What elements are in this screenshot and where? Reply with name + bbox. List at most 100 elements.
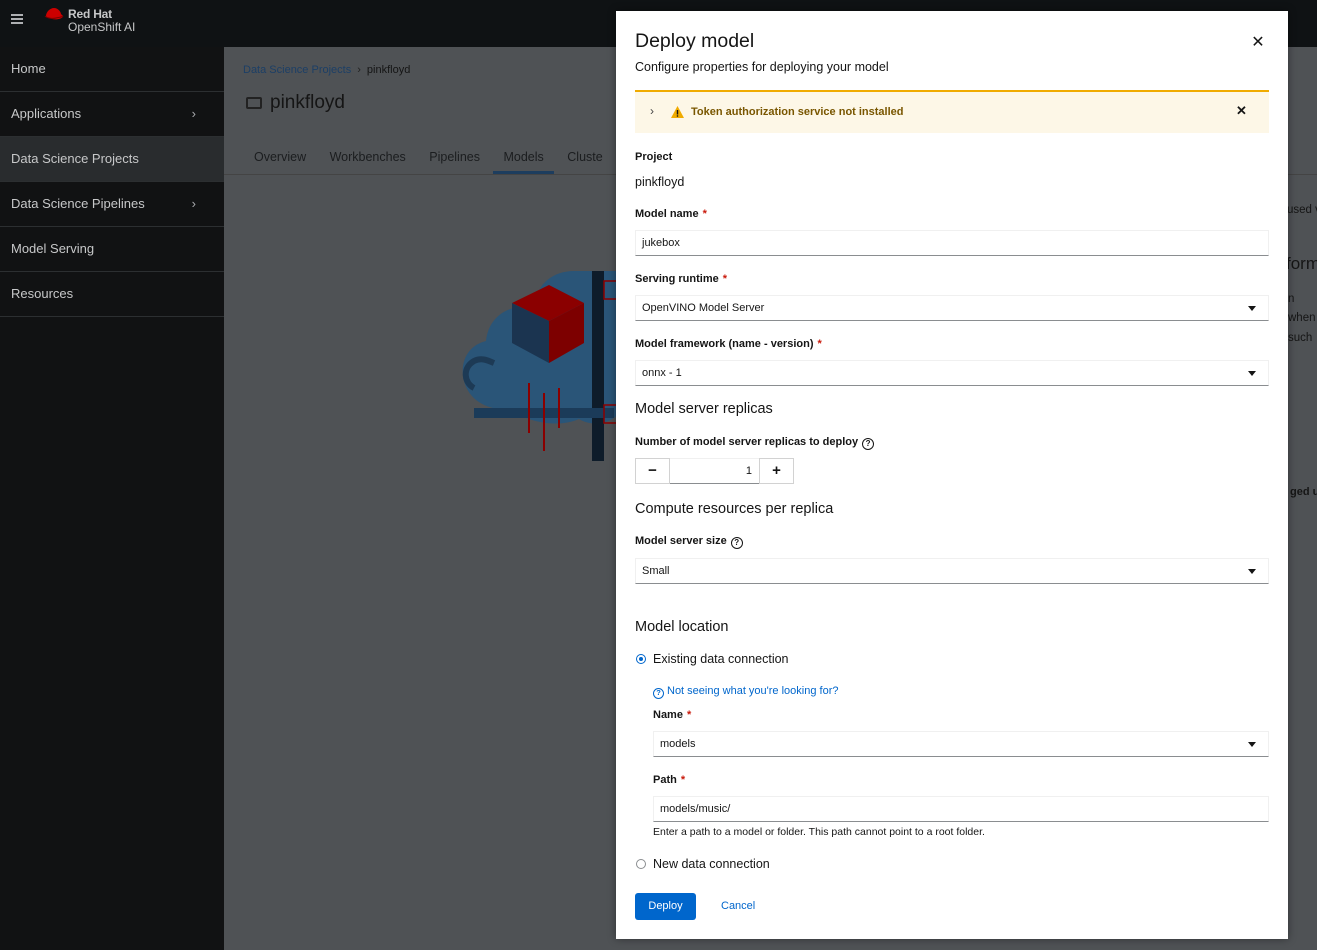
caret-down-icon — [1248, 742, 1256, 747]
model-server-size-value: Small — [642, 565, 670, 577]
empty-state-illustration — [462, 271, 624, 461]
page-title-text: pinkfloyd — [270, 92, 345, 113]
path-input[interactable]: models/music/ — [653, 796, 1269, 822]
model-framework-select[interactable]: onnx - 1 — [635, 360, 1269, 386]
existing-connection-label[interactable]: Existing data connection — [653, 652, 789, 666]
help-link[interactable]: ? Not seeing what you're looking for? — [653, 685, 838, 699]
tab-workbenches[interactable]: Workbenches — [320, 150, 416, 174]
model-server-size-label: Model server size? — [635, 535, 743, 549]
help-icon: ? — [653, 688, 664, 699]
modal-title: Deploy model — [635, 30, 755, 52]
chevron-right-icon[interactable]: › — [650, 104, 654, 118]
model-server-size-label-text: Model server size — [635, 535, 727, 547]
close-icon[interactable]: ✕ — [1250, 32, 1266, 52]
replicas-label: Number of model server replicas to deplo… — [635, 436, 875, 450]
model-server-size-select[interactable]: Small — [635, 558, 1269, 584]
close-icon[interactable]: ✕ — [1236, 103, 1247, 119]
alert-title: Token authorization service not installe… — [691, 106, 904, 118]
path-label: Path * — [653, 774, 685, 786]
background-heading-fragment: form — [1286, 254, 1317, 273]
project-tabs: Overview Workbenches Pipelines Models Cl… — [244, 150, 613, 174]
sidebar-item-label: Applications — [11, 106, 82, 121]
model-name-label: Model name * — [635, 208, 707, 220]
model-framework-label-text: Model framework (name - version) — [635, 338, 814, 350]
project-label: Project — [635, 151, 673, 163]
decrement-button[interactable]: − — [635, 458, 670, 484]
model-name-label-text: Model name — [635, 208, 699, 220]
page-title: pinkfloyd — [246, 92, 345, 114]
help-icon[interactable]: ? — [862, 438, 875, 450]
caret-down-icon — [1248, 371, 1256, 376]
sidebar-item-label: Model Serving — [11, 241, 95, 256]
sidebar-item-label: Resources — [11, 286, 74, 301]
sidebar-item-label: Home — [11, 61, 46, 76]
tab-pipelines[interactable]: Pipelines — [419, 150, 490, 174]
new-connection-radio[interactable] — [636, 859, 646, 869]
connection-name-label: Name * — [653, 709, 691, 721]
compute-heading: Compute resources per replica — [635, 501, 834, 517]
help-icon[interactable]: ? — [730, 537, 743, 549]
path-helper-text: Enter a path to a model or folder. This … — [653, 826, 985, 838]
background-text-fragment: when — [1288, 312, 1316, 324]
model-framework-label: Model framework (name - version) * — [635, 338, 822, 350]
background-text-fragment: n — [1288, 293, 1295, 305]
required-indicator: * — [680, 774, 686, 786]
modal-subtitle: Configure properties for deploying your … — [635, 60, 889, 74]
connection-name-select[interactable]: models — [653, 731, 1269, 757]
increment-button[interactable]: + — [759, 458, 794, 484]
serving-runtime-select[interactable]: OpenVINO Model Server — [635, 295, 1269, 321]
sidebar-item-data-science-pipelines[interactable]: Data Science Pipelines › — [0, 182, 224, 227]
cancel-button[interactable]: Cancel — [721, 893, 755, 920]
breadcrumb-current: pinkfloyd — [366, 64, 411, 76]
sidebar-item-label: Data Science Pipelines — [11, 196, 145, 211]
replicas-label-text: Number of model server replicas to deplo… — [635, 436, 859, 448]
model-location-heading: Model location — [635, 619, 729, 635]
sidebar-item-resources[interactable]: Resources — [0, 272, 224, 317]
model-framework-value: onnx - 1 — [642, 367, 682, 379]
deploy-model-modal: Deploy model Configure properties for de… — [616, 11, 1288, 939]
sidebar-item-label: Data Science Projects — [11, 151, 139, 166]
tab-models[interactable]: Models — [493, 150, 554, 174]
serving-runtime-value: OpenVINO Model Server — [642, 302, 765, 314]
required-indicator: * — [722, 273, 728, 285]
tab-cluster[interactable]: Cluste — [557, 150, 612, 174]
red-hat-icon — [44, 8, 64, 20]
sidebar-item-model-serving[interactable]: Model Serving — [0, 227, 224, 272]
sidebar-item-applications[interactable]: Applications › — [0, 92, 224, 137]
replicas-input[interactable]: 1 — [670, 458, 759, 484]
new-connection-label[interactable]: New data connection — [653, 857, 770, 871]
caret-down-icon — [1248, 306, 1256, 311]
connection-name-label-text: Name — [653, 709, 683, 721]
project-value: pinkfloyd — [635, 175, 685, 189]
warning-icon — [671, 106, 684, 118]
tab-overview[interactable]: Overview — [244, 150, 316, 174]
serving-runtime-label-text: Serving runtime — [635, 273, 719, 285]
breadcrumb-separator-icon: › — [357, 64, 361, 76]
chevron-right-icon: › — [191, 196, 196, 211]
required-indicator: * — [817, 338, 822, 350]
background-text-fragment: such — [1288, 332, 1313, 344]
existing-connection-radio[interactable] — [636, 654, 646, 664]
project-folder-icon — [246, 97, 262, 109]
warning-alert: › Token authorization service not instal… — [635, 90, 1269, 133]
help-link-text: Not seeing what you're looking for? — [667, 685, 839, 697]
sidebar-item-data-science-projects[interactable]: Data Science Projects — [0, 137, 224, 182]
sidebar-item-home[interactable]: Home — [0, 47, 224, 92]
breadcrumb-link[interactable]: Data Science Projects — [243, 64, 351, 76]
required-indicator: * — [702, 208, 707, 220]
sidebar: Home Applications › Data Science Project… — [0, 47, 224, 950]
required-indicator: * — [686, 709, 692, 721]
deploy-button[interactable]: Deploy — [635, 893, 696, 920]
breadcrumb: Data Science Projects › pinkfloyd — [243, 64, 410, 76]
replicas-heading: Model server replicas — [635, 401, 773, 417]
model-name-input[interactable]: jukebox — [635, 230, 1269, 256]
caret-down-icon — [1248, 569, 1256, 574]
brand-line1: Red Hat — [68, 7, 112, 21]
background-text-fragment: ged ur — [1290, 486, 1317, 498]
path-label-text: Path — [653, 774, 677, 786]
chevron-right-icon: › — [191, 106, 196, 121]
background-text-fragment: used v — [1287, 204, 1317, 216]
connection-name-value: models — [660, 738, 696, 750]
hamburger-menu-icon[interactable] — [11, 14, 23, 26]
serving-runtime-label: Serving runtime * — [635, 273, 727, 285]
